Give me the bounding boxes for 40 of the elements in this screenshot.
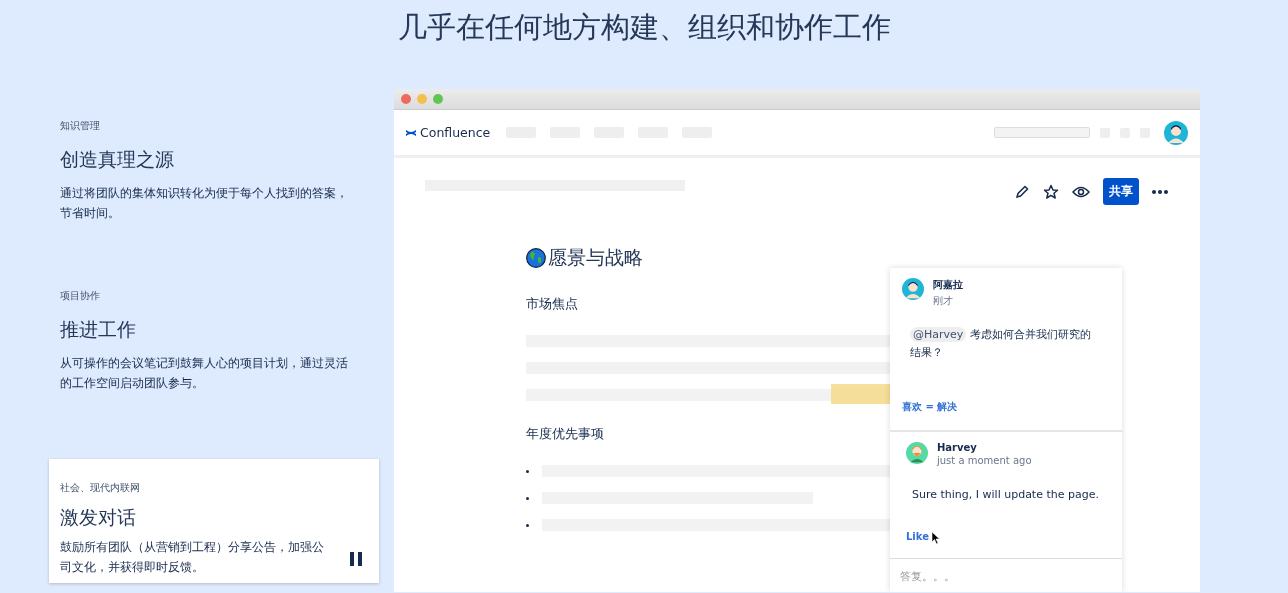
avatar-icon [902,278,924,300]
share-button[interactable]: 共享 [1103,178,1139,205]
comment-text: Sure thing, I will update the page. [911,487,1100,503]
mention-tag[interactable]: @Harvey [910,327,967,342]
comment-time: just a moment ago [937,455,1032,466]
cursor-icon [932,532,940,544]
window-controls-icon [401,94,445,104]
eye-icon[interactable] [1072,184,1090,199]
feature-card[interactable]: 社会、现代内联网 激发对话 鼓励所有团队（从营销到工程）分享公告，加强公司文化，并获得即时反馈。 [49,459,379,583]
feature-description: 从可操作的会议笔记到鼓舞人心的项目计划，通过灵活的工作空间启动团队参与。 [60,355,349,392]
confluence-logo-icon [406,127,416,138]
pause-icon[interactable] [350,552,363,566]
comment-author: Harvey [937,442,978,453]
bullet-icon [526,523,529,527]
star-icon[interactable] [1043,183,1059,200]
comment-author: 阿嘉拉 [933,278,963,292]
section-heading: 市场焦点 [526,295,578,313]
feature-description: 通过将团队的集体知识转化为便于每个人找到的答案，节省时间。 [60,185,349,222]
comment-actions[interactable]: 喜欢 = 解决 [902,400,958,414]
comment-time: 刚才 [933,294,954,308]
avatar-icon [906,442,928,464]
feature-category: 社会、现代内联网 [60,481,141,495]
feature-title: 激发对话 [60,505,137,530]
feature-title: 推进工作 [60,317,137,342]
comment-text: @Harvey 考虑如何合并我们研究的结果？ [909,326,1092,361]
avatar-icon[interactable] [1164,120,1188,145]
section-heading: 年度优先事项 [526,425,604,443]
bullet-icon [526,496,529,500]
app-logo[interactable]: Confluence [420,125,491,140]
feature-category: 知识管理 [60,119,101,133]
globe-icon [526,248,546,268]
edit-icon[interactable] [1014,183,1030,200]
feature-description: 鼓励所有团队（从营销到工程）分享公告，加强公司文化，并获得即时反馈。 [60,539,325,576]
feature-title: 创造真理之源 [60,147,175,172]
bullet-icon [526,469,529,473]
page-title: 愿景与战略 [548,245,643,270]
more-icon[interactable] [1152,189,1168,194]
comment-actions[interactable]: Like [906,531,929,542]
feature-category: 项目协作 [60,289,101,303]
page-heading: 几乎在任何地方构建、组织和协作工作 [396,9,892,46]
